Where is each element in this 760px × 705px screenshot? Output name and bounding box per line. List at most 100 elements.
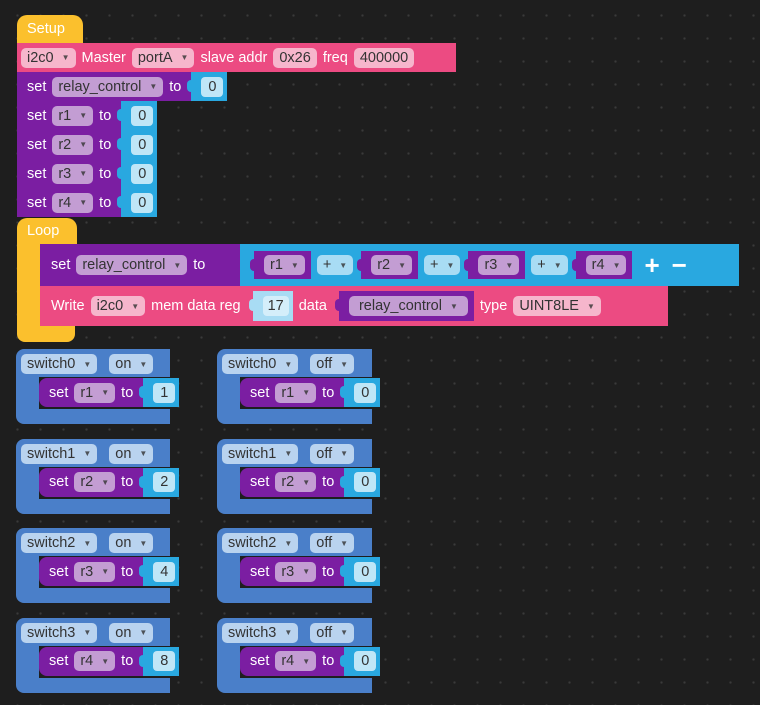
switch-dropdown[interactable]: switch3 ▼ [222,622,299,643]
term-var-block[interactable]: r1 ▼ [250,251,311,279]
var-dropdown[interactable]: r1 ▼ [275,382,317,403]
switch-dropdown[interactable]: switch2 ▼ [21,533,98,553]
operator-dropdown[interactable]: + ▼ [424,255,461,275]
state-dropdown[interactable]: on ▼ [109,533,154,553]
value-field[interactable]: 0 [354,651,377,671]
switch-event-block[interactable]: switch3 ▼ on ▼ set r4 ▼ to 8 [16,617,180,693]
state-dropdown[interactable]: off ▼ [310,443,355,464]
slave-addr-field[interactable]: 0x26 [273,47,317,68]
set-var-block[interactable]: set r2 ▼ to 2 [39,467,180,497]
term-var-dropdown[interactable]: r4 ▼ [585,255,627,275]
chevron-down-icon: ▼ [340,538,349,548]
set-var-block[interactable]: set r4 ▼ to 0 [17,188,158,217]
data-var-dropdown[interactable]: relay_control ▼ [348,296,468,316]
var-dropdown[interactable]: relay_control ▼ [76,255,188,275]
switch-dropdown[interactable]: switch2 ▼ [222,533,299,553]
set-var-block[interactable]: set relay_control ▼ to 0 [17,72,228,101]
var-dropdown[interactable]: relay_control ▼ [52,76,164,97]
state-dropdown[interactable]: on ▼ [109,354,154,374]
reg-field[interactable]: 17 [262,296,289,316]
value-field[interactable]: 8 [153,651,176,671]
value-slot: 8 [139,646,180,676]
chevron-down-icon: ▼ [101,388,110,397]
set-var-block[interactable]: set r3 ▼ to 0 [240,557,381,586]
value-field[interactable]: 0 [201,76,224,97]
value-field[interactable]: 0 [131,105,154,126]
term-var-block[interactable]: r2 ▼ [357,251,419,279]
state-dropdown[interactable]: off ▼ [310,533,355,553]
switch-event-block[interactable]: switch0 ▼ off ▼ set r1 ▼ to 0 [217,349,381,424]
value-field[interactable]: 4 [153,561,176,582]
var-dropdown[interactable]: r2 ▼ [52,134,94,155]
operator-dropdown[interactable]: + ▼ [531,255,568,275]
set-relay-control-block[interactable]: set relay_control ▼ to [40,244,240,286]
to-label: to [169,78,182,95]
state-dropdown[interactable]: off ▼ [310,622,355,643]
set-var-block[interactable]: set r1 ▼ to 1 [39,378,180,407]
loop-block[interactable]: Loop [17,218,77,244]
var-dropdown[interactable]: r2 ▼ [74,472,116,492]
var-dropdown[interactable]: r3 ▼ [275,561,317,582]
value-field[interactable]: 1 [153,382,176,403]
setup-block[interactable]: Setup [17,15,83,43]
switch-dropdown[interactable]: switch0 ▼ [222,354,299,374]
var-dropdown[interactable]: r4 ▼ [52,192,94,213]
var-dropdown[interactable]: r3 ▼ [74,561,116,582]
switch-event-block[interactable]: switch0 ▼ on ▼ set r1 ▼ to 1 [16,349,180,424]
var-dropdown[interactable]: r2 ▼ [275,472,317,492]
value-field[interactable]: 0 [131,192,154,213]
value-field[interactable]: 2 [153,472,176,492]
value-field[interactable]: 0 [131,134,154,155]
set-var-block[interactable]: set r1 ▼ to 0 [17,101,158,130]
switch-dropdown[interactable]: switch3 ▼ [21,622,98,643]
switch-dropdown[interactable]: switch1 ▼ [21,443,98,464]
var-dropdown[interactable]: r4 ▼ [74,651,116,671]
switch-event-block[interactable]: switch3 ▼ off ▼ set r4 ▼ to 0 [217,617,381,693]
write-port-dropdown[interactable]: i2c0 ▼ [90,296,146,316]
i2c-master-block[interactable]: i2c0 ▼ Master portA ▼ slave addr 0x26 freq… [17,43,456,72]
switch-event-block[interactable]: switch1 ▼ off ▼ set r2 ▼ to 0 [217,438,381,514]
switch-dropdown[interactable]: switch0 ▼ [21,354,98,374]
value-field[interactable]: 0 [131,163,154,184]
var-dropdown[interactable]: r1 ▼ [52,105,94,126]
port-dropdown[interactable]: portA ▼ [131,47,195,68]
set-label: set [49,563,69,580]
set-var-block[interactable]: set r3 ▼ to 4 [39,557,180,586]
i2c-write-block[interactable]: Write i2c0 ▼ mem data reg 17 data relay_c… [40,286,668,326]
var-dropdown[interactable]: r4 ▼ [275,651,317,671]
state-dropdown[interactable]: off ▼ [310,354,355,374]
switch-dropdown[interactable]: switch1 ▼ [222,443,299,464]
switch-event-block[interactable]: switch2 ▼ off ▼ set r3 ▼ to 0 [217,528,381,603]
set-var-block[interactable]: set r2 ▼ to 0 [17,130,158,159]
type-dropdown[interactable]: UINT8LE ▼ [513,296,601,316]
chevron-down-icon: ▼ [173,260,182,270]
term-var-dropdown[interactable]: r3 ▼ [478,255,520,275]
term-var-dropdown[interactable]: r2 ▼ [371,255,413,275]
freq-field[interactable]: 400000 [353,47,415,68]
var-dropdown[interactable]: r1 ▼ [74,382,116,403]
term-var-block[interactable]: r4 ▼ [571,251,633,279]
remove-term-button[interactable]: − [672,252,687,278]
sum-block[interactable]: r1 ▼ + ▼ r2 ▼ + ▼ r3 ▼ + ▼ r4 ▼ + − [240,244,739,286]
data-var-block[interactable]: relay_control ▼ [334,291,474,321]
state-dropdown[interactable]: on ▼ [109,443,154,464]
write-label: Write [51,298,85,314]
set-var-block[interactable]: set r3 ▼ to 0 [17,159,158,188]
add-term-button[interactable]: + [644,252,659,278]
term-var-dropdown[interactable]: r1 ▼ [264,255,305,275]
chevron-down-icon: ▼ [302,477,311,487]
var-dropdown[interactable]: r3 ▼ [52,163,94,184]
set-var-block[interactable]: set r4 ▼ to 0 [240,646,381,676]
term-var-block[interactable]: r3 ▼ [464,251,526,279]
value-field[interactable]: 0 [354,561,377,582]
state-dropdown[interactable]: on ▼ [109,622,154,643]
value-field[interactable]: 0 [354,472,377,492]
switch-event-block[interactable]: switch1 ▼ on ▼ set r2 ▼ to 2 [16,438,180,514]
set-var-block[interactable]: set r1 ▼ to 0 [240,378,381,407]
set-var-block[interactable]: set r4 ▼ to 8 [39,646,180,676]
set-var-block[interactable]: set r2 ▼ to 0 [240,467,381,497]
i2c-port-var-dropdown[interactable]: i2c0 ▼ [21,47,76,68]
value-field[interactable]: 0 [354,382,377,403]
operator-dropdown[interactable]: + ▼ [316,255,354,275]
switch-event-block[interactable]: switch2 ▼ on ▼ set r3 ▼ to 4 [16,528,180,603]
